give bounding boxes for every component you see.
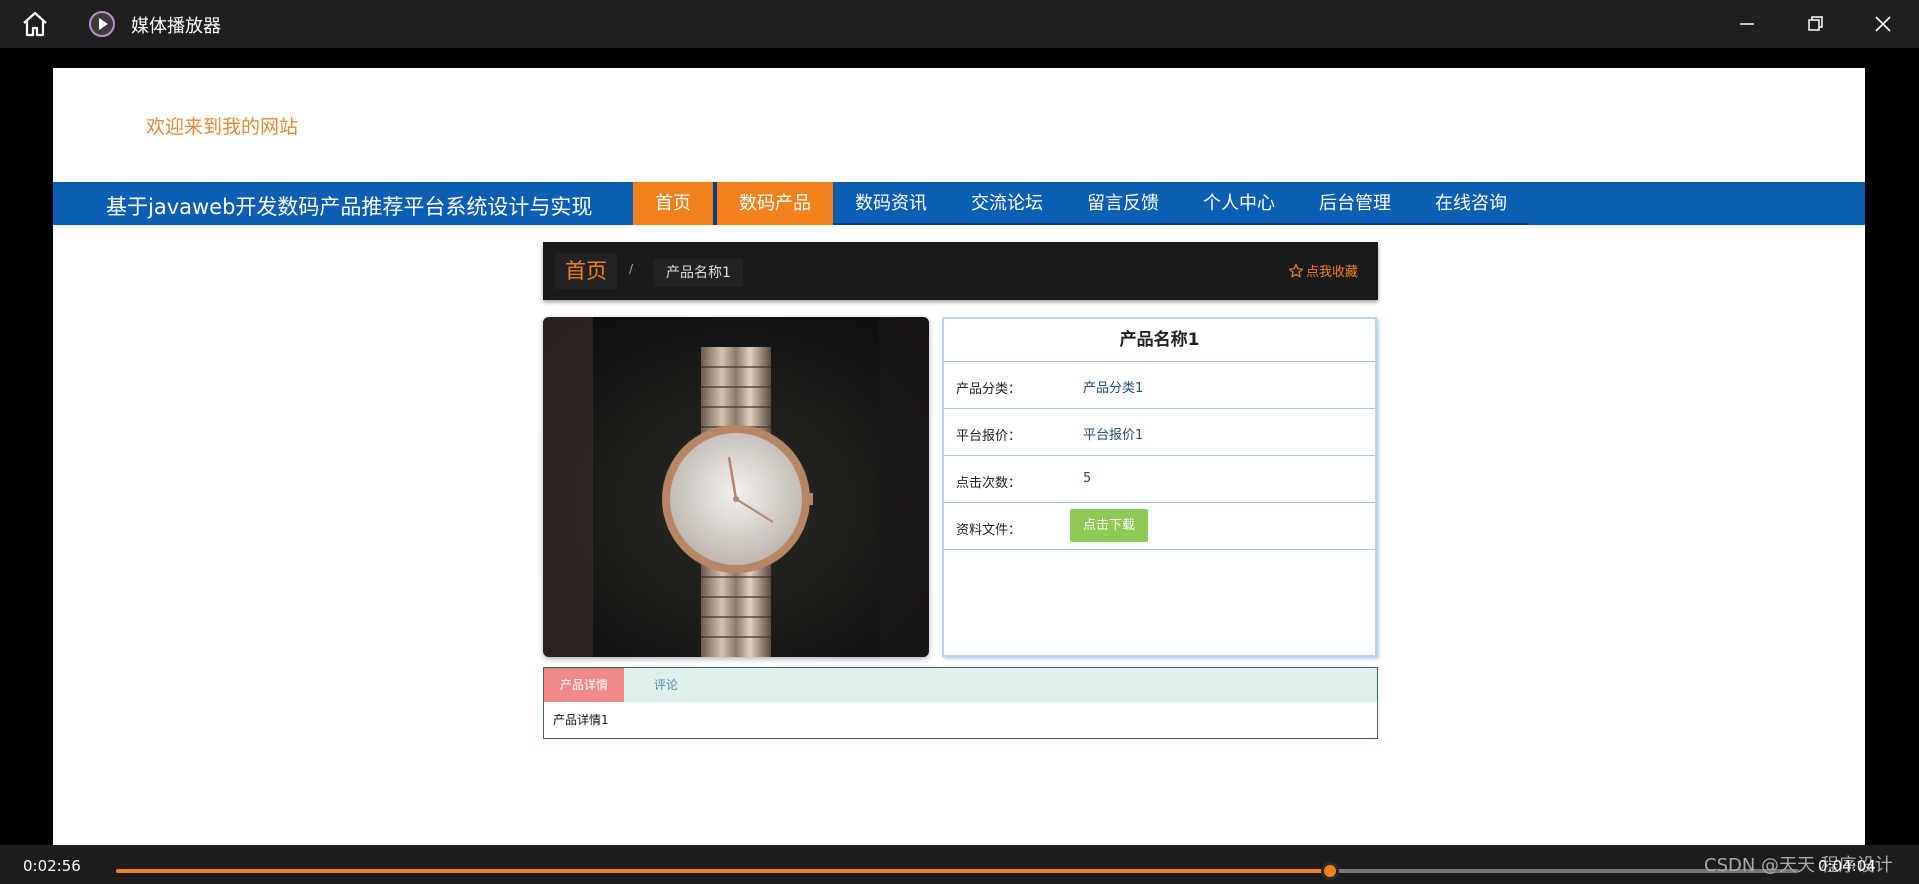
info-label: 产品分类： — [956, 382, 1022, 397]
info-row-price: 平台报价： 平台报价1 — [944, 409, 1375, 456]
tab-content: 产品详情1 — [553, 713, 609, 727]
player-controls: 0:02:56 CSDN @天天 程序设计 0:04:04 — [0, 845, 1919, 884]
tab-comments[interactable]: 评论 — [654, 668, 678, 702]
product-info-panel: 产品名称1 产品分类： 产品分类1 平台报价： 平台报价1 点击次数： 5 资料… — [942, 317, 1377, 657]
restore-icon[interactable] — [1803, 12, 1827, 36]
info-value: 5 — [1083, 471, 1092, 486]
star-icon — [1288, 263, 1304, 277]
minimize-icon[interactable] — [1735, 12, 1759, 36]
breadcrumb-home[interactable]: 首页 — [555, 253, 617, 289]
info-row-clicks: 点击次数： 5 — [944, 456, 1375, 503]
info-label: 资料文件： — [956, 523, 1022, 538]
current-time: 0:02:56 — [23, 857, 81, 875]
detail-tabs: 产品详情 评论 产品详情1 — [543, 667, 1378, 739]
breadcrumb: 首页 / 产品名称1 点我收藏 — [543, 242, 1378, 300]
nav-item-personal-center[interactable]: 个人中心 — [1181, 182, 1297, 225]
site-title: 基于javaweb开发数码产品推荐平台系统设计与实现 — [106, 195, 593, 219]
nav-item-feedback[interactable]: 留言反馈 — [1065, 182, 1181, 225]
product-name: 产品名称1 — [944, 319, 1375, 362]
total-time: 0:04:04 — [1818, 857, 1876, 875]
breadcrumb-current: 产品名称1 — [654, 259, 743, 287]
video-stage[interactable]: 欢迎来到我的网站 基于javaweb开发数码产品推荐平台系统设计与实现 首页 数… — [0, 48, 1919, 845]
info-label: 点击次数： — [956, 476, 1022, 491]
breadcrumb-separator: / — [629, 262, 634, 276]
web-page: 欢迎来到我的网站 基于javaweb开发数码产品推荐平台系统设计与实现 首页 数… — [53, 68, 1865, 845]
info-label: 平台报价： — [956, 429, 1022, 444]
seek-thumb[interactable] — [1320, 862, 1339, 880]
tab-product-detail[interactable]: 产品详情 — [544, 668, 624, 702]
favorite-button[interactable]: 点我收藏 — [1288, 261, 1358, 280]
product-image — [543, 317, 929, 657]
seek-bar[interactable] — [116, 862, 1799, 880]
info-row-file: 资料文件： 点击下载 — [944, 503, 1375, 550]
window-title: 媒体播放器 — [131, 16, 221, 37]
nav-item-digital-products[interactable]: 数码产品 — [717, 182, 833, 225]
seek-bar-progress — [116, 869, 1330, 873]
nav-item-digital-news[interactable]: 数码资讯 — [833, 182, 949, 225]
close-icon[interactable] — [1871, 12, 1895, 36]
tab-header: 产品详情 评论 — [544, 668, 1377, 702]
nav-bar: 基于javaweb开发数码产品推荐平台系统设计与实现 首页 数码产品 数码资讯 … — [53, 182, 1865, 225]
welcome-text: 欢迎来到我的网站 — [146, 116, 299, 138]
home-icon[interactable] — [20, 10, 50, 38]
info-value: 产品分类1 — [1083, 381, 1144, 396]
favorite-label: 点我收藏 — [1305, 265, 1358, 280]
nav-item-home[interactable]: 首页 — [633, 182, 713, 225]
download-button[interactable]: 点击下载 — [1070, 509, 1148, 542]
nav-item-forum[interactable]: 交流论坛 — [949, 182, 1065, 225]
nav-menu: 首页 数码产品 数码资讯 交流论坛 留言反馈 个人中心 后台管理 在线咨询 — [633, 182, 1529, 225]
info-row-category: 产品分类： 产品分类1 — [944, 362, 1375, 409]
nav-item-online-consult[interactable]: 在线咨询 — [1413, 182, 1529, 225]
info-value: 平台报价1 — [1083, 428, 1144, 443]
media-player-icon — [89, 11, 115, 37]
nav-item-admin[interactable]: 后台管理 — [1297, 182, 1413, 225]
title-bar: 媒体播放器 — [0, 0, 1919, 48]
